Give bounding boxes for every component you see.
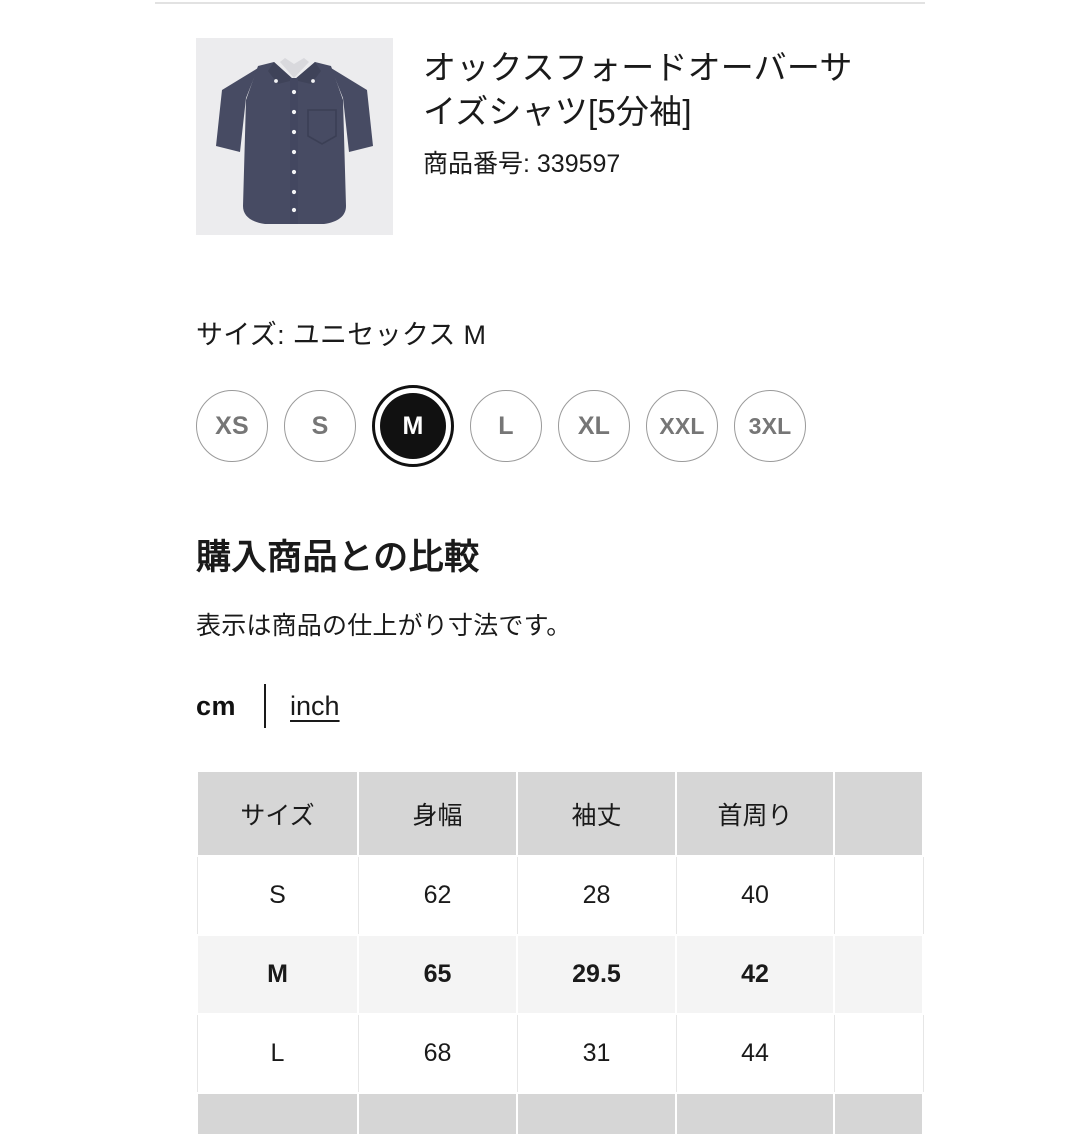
page-content: オックスフォードオーバーサイズシャツ[5分袖] 商品番号: 339597 サイズ… bbox=[196, 0, 924, 1136]
size-option-xl-label: XL bbox=[577, 411, 611, 440]
size-option-l[interactable]: L bbox=[470, 390, 542, 462]
size-option-xs-label: XS bbox=[215, 411, 249, 440]
table-header-size: サイズ bbox=[196, 770, 359, 857]
table-cell-neck: 40 bbox=[675, 856, 834, 936]
table-header-row: サイズ 身幅 袖丈 首周り bbox=[196, 770, 924, 857]
table-header-neck: 首周り bbox=[675, 770, 835, 857]
table-header-sleeve-length: 袖丈 bbox=[516, 770, 677, 857]
product-title: オックスフォードオーバーサイズシャツ[5分袖] bbox=[423, 49, 853, 130]
size-option-m-label: M bbox=[380, 393, 446, 459]
table-header-blank bbox=[833, 770, 924, 857]
table-cell-size: S bbox=[196, 856, 358, 936]
unit-toggle-cm[interactable]: cm bbox=[196, 691, 236, 722]
table-cell-sleeve-length: 31 bbox=[516, 1014, 676, 1094]
size-option-xxl[interactable]: XXL bbox=[646, 390, 718, 462]
table-cell-sleeve-length: 29.5 bbox=[516, 934, 677, 1015]
table-row: M 65 29.5 42 bbox=[196, 934, 924, 1015]
table-cell-size: L bbox=[196, 1014, 358, 1094]
table-cell-partial bbox=[516, 1092, 677, 1136]
size-option-l-label: L bbox=[498, 411, 514, 440]
navy-oxford-shirt-image bbox=[196, 38, 393, 235]
table-header-chest-width: 身幅 bbox=[357, 770, 518, 857]
table-cell-chest-width: 68 bbox=[357, 1014, 517, 1094]
size-option-s[interactable]: S bbox=[284, 390, 356, 462]
size-option-xxl-label: XXL bbox=[659, 412, 705, 439]
table-cell-size: M bbox=[196, 934, 359, 1015]
table-cell-blank bbox=[833, 856, 924, 936]
size-option-xl[interactable]: XL bbox=[558, 390, 630, 462]
size-option-s-label: S bbox=[311, 411, 329, 440]
table-cell-partial bbox=[833, 1092, 924, 1136]
table-row-partial bbox=[196, 1092, 924, 1136]
unit-toggle-divider bbox=[264, 684, 267, 728]
size-option-3xl[interactable]: 3XL bbox=[734, 390, 806, 462]
table-cell-partial bbox=[357, 1092, 518, 1136]
size-option-3xl-label: 3XL bbox=[748, 412, 792, 439]
size-option-m[interactable]: M bbox=[372, 385, 454, 467]
table-cell-partial bbox=[196, 1092, 359, 1136]
compare-heading: 購入商品との比較 bbox=[196, 538, 480, 577]
unit-toggle-inch[interactable]: inch bbox=[290, 691, 340, 722]
table-cell-sleeve-length: 28 bbox=[516, 856, 676, 936]
product-info: オックスフォードオーバーサイズシャツ[5分袖] 商品番号: 339597 bbox=[423, 38, 922, 182]
size-table-wrapper: サイズ 身幅 袖丈 首周り S 62 28 40 M 65 29.5 42 L … bbox=[196, 770, 924, 1136]
product-number: 商品番号: 339597 bbox=[423, 150, 621, 179]
unit-toggle: cm inch bbox=[196, 684, 922, 728]
table-cell-partial bbox=[675, 1092, 835, 1136]
table-cell-neck: 44 bbox=[675, 1014, 834, 1094]
table-row: L 68 31 44 bbox=[196, 1014, 924, 1094]
product-header: オックスフォードオーバーサイズシャツ[5分袖] 商品番号: 339597 bbox=[196, 0, 922, 235]
table-cell-blank bbox=[833, 1014, 924, 1094]
size-table: サイズ 身幅 袖丈 首周り S 62 28 40 M 65 29.5 42 L … bbox=[196, 770, 924, 1136]
table-cell-chest-width: 62 bbox=[357, 856, 517, 936]
size-options: XS S M L XL XXL 3XL bbox=[196, 385, 922, 467]
product-thumbnail[interactable] bbox=[196, 38, 393, 235]
size-label: サイズ: ユニセックス M bbox=[196, 320, 487, 350]
table-cell-neck: 42 bbox=[675, 934, 835, 1015]
size-option-xs[interactable]: XS bbox=[196, 390, 268, 462]
table-cell-blank bbox=[833, 934, 924, 1015]
table-cell-chest-width: 65 bbox=[357, 934, 518, 1015]
table-row: S 62 28 40 bbox=[196, 856, 924, 936]
compare-note: 表示は商品の仕上がり寸法です。 bbox=[196, 612, 572, 640]
